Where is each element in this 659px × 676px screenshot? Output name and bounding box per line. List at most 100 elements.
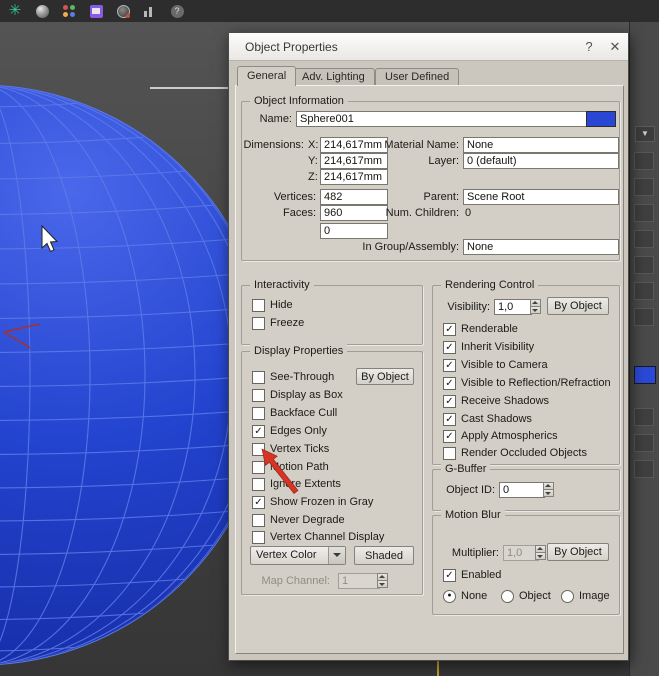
show-frozen-checkbox[interactable]: ✓	[252, 496, 265, 509]
apply-atmospherics-checkbox[interactable]: ✓	[443, 430, 456, 443]
panel-button[interactable]	[634, 230, 654, 248]
checkbox-apply-atmospherics[interactable]: ✓ Apply Atmospherics	[443, 429, 558, 443]
checkbox-inherit-visibility[interactable]: ✓ Inherit Visibility	[443, 340, 534, 354]
spinner-down-icon[interactable]	[535, 552, 546, 560]
render-setup-icon[interactable]	[143, 4, 157, 18]
checkbox-render-occluded[interactable]: Render Occluded Objects	[443, 446, 587, 460]
display-as-box-checkbox[interactable]	[252, 389, 265, 402]
backface-cull-checkbox[interactable]	[252, 407, 265, 420]
dialog-close-button[interactable]: ✕	[602, 39, 628, 55]
panel-button[interactable]	[634, 178, 654, 196]
object-information-group: Object Information Name: Sphere001 Dimen…	[241, 101, 620, 261]
checkbox-edges-only[interactable]: ✓ Edges Only	[252, 424, 327, 438]
radio-object[interactable]: Object	[501, 589, 551, 603]
freeze-checkbox[interactable]	[252, 317, 265, 330]
checkbox-enabled[interactable]: ✓ Enabled	[443, 568, 501, 582]
dialog-help-button[interactable]: ?	[576, 39, 602, 54]
renderable-checkbox[interactable]: ✓	[443, 323, 456, 336]
tab-general[interactable]: General	[237, 66, 296, 86]
object-id-field[interactable]: 0	[499, 482, 545, 498]
checkbox-label: Motion Path	[270, 461, 329, 473]
panel-button[interactable]	[634, 308, 654, 326]
cast-shadows-checkbox[interactable]: ✓	[443, 413, 456, 426]
display-by-object-button[interactable]: By Object	[356, 368, 414, 385]
chevron-down-icon[interactable]	[328, 547, 345, 564]
checkbox-show-frozen-in-gray[interactable]: ✓ Show Frozen in Gray	[252, 495, 373, 509]
see-through-checkbox[interactable]	[252, 371, 265, 384]
visibility-spinner[interactable]	[530, 299, 541, 314]
checkbox-never-degrade[interactable]: Never Degrade	[252, 513, 345, 527]
layer-label: Layer:	[302, 154, 459, 169]
visible-to-reflection-checkbox[interactable]: ✓	[443, 377, 456, 390]
enabled-checkbox[interactable]: ✓	[443, 569, 456, 582]
parent-field: Scene Root	[463, 189, 619, 205]
object-color-swatch[interactable]	[586, 111, 616, 127]
curve-editor-icon[interactable]	[89, 4, 103, 18]
checkbox-visible-to-camera[interactable]: ✓ Visible to Camera	[443, 358, 548, 372]
map-channel-spinner[interactable]	[377, 573, 388, 588]
help-icon[interactable]: ?	[170, 4, 184, 18]
spinner-down-icon[interactable]	[530, 306, 541, 314]
checkbox-freeze[interactable]: Freeze	[252, 316, 304, 330]
visible-to-camera-checkbox[interactable]: ✓	[443, 359, 456, 372]
layer-manager-icon[interactable]	[62, 4, 76, 18]
vertex-color-dropdown[interactable]: Vertex Color	[250, 546, 346, 565]
name-field[interactable]: Sphere001	[296, 111, 590, 127]
image-radio[interactable]	[561, 590, 574, 603]
panel-button[interactable]	[634, 282, 654, 300]
shaded-button[interactable]: Shaded	[354, 546, 414, 565]
panel-collapse-button[interactable]: ▼	[635, 126, 655, 142]
visibility-field[interactable]: 1,0	[494, 299, 532, 315]
spinner-down-icon[interactable]	[543, 489, 554, 497]
checkbox-motion-path[interactable]: Motion Path	[252, 460, 329, 474]
schematic-view-icon[interactable]	[35, 4, 49, 18]
selection-bracket	[150, 88, 234, 150]
hide-checkbox[interactable]	[252, 299, 265, 312]
radio-image[interactable]: Image	[561, 589, 610, 603]
object-radio[interactable]	[501, 590, 514, 603]
checkbox-backface-cull[interactable]: Backface Cull	[252, 406, 337, 420]
panel-button[interactable]	[634, 434, 654, 452]
never-degrade-checkbox[interactable]	[252, 514, 265, 527]
tab-adv-lighting[interactable]: Adv. Lighting	[292, 68, 375, 85]
vertex-ticks-checkbox[interactable]	[252, 443, 265, 456]
tab-user-defined[interactable]: User Defined	[375, 68, 459, 85]
spinner-down-icon[interactable]	[377, 580, 388, 588]
panel-button[interactable]	[634, 152, 654, 170]
checkbox-ignore-extents[interactable]: Ignore Extents	[252, 477, 341, 491]
edges-only-checkbox[interactable]: ✓	[252, 425, 265, 438]
color-swatch[interactable]	[634, 366, 656, 384]
checkbox-hide[interactable]: Hide	[252, 298, 293, 312]
inherit-visibility-checkbox[interactable]: ✓	[443, 341, 456, 354]
motion-blur-by-object-button[interactable]: By Object	[547, 543, 609, 561]
checkbox-see-through[interactable]: See-Through	[252, 370, 334, 384]
none-radio[interactable]: ●	[443, 590, 456, 603]
receive-shadows-checkbox[interactable]: ✓	[443, 395, 456, 408]
vertex-channel-checkbox[interactable]	[252, 531, 265, 544]
radio-none[interactable]: ● None	[443, 589, 487, 603]
motion-path-checkbox[interactable]	[252, 461, 265, 474]
material-editor-icon[interactable]	[116, 4, 130, 18]
object-id-spinner[interactable]	[543, 482, 554, 497]
checkbox-receive-shadows[interactable]: ✓ Receive Shadows	[443, 394, 549, 408]
panel-button[interactable]	[634, 204, 654, 222]
rendering-by-object-button[interactable]: By Object	[547, 297, 609, 315]
checkbox-label: Apply Atmospherics	[461, 430, 558, 442]
dialog-titlebar[interactable]: Object Properties ? ✕	[229, 33, 628, 61]
viewport-gizmo-line	[437, 660, 439, 676]
panel-button[interactable]	[634, 460, 654, 478]
panel-button[interactable]	[634, 256, 654, 274]
checkbox-display-as-box[interactable]: Display as Box	[252, 388, 343, 402]
checkbox-visible-to-reflection[interactable]: ✓ Visible to Reflection/Refraction	[443, 376, 611, 390]
plant-icon[interactable]: ✳	[8, 4, 22, 18]
checkbox-renderable[interactable]: ✓ Renderable	[443, 322, 518, 336]
ignore-extents-checkbox[interactable]	[252, 478, 265, 491]
dots-glyph	[63, 5, 76, 18]
render-occluded-checkbox[interactable]	[443, 447, 456, 460]
checkbox-cast-shadows[interactable]: ✓ Cast Shadows	[443, 412, 532, 426]
panel-button[interactable]	[634, 408, 654, 426]
multiplier-spinner[interactable]	[535, 545, 546, 560]
checkbox-vertex-channel-display[interactable]: Vertex Channel Display	[252, 530, 384, 544]
checkbox-vertex-ticks[interactable]: Vertex Ticks	[252, 442, 329, 456]
checkbox-label: Renderable	[461, 323, 518, 335]
